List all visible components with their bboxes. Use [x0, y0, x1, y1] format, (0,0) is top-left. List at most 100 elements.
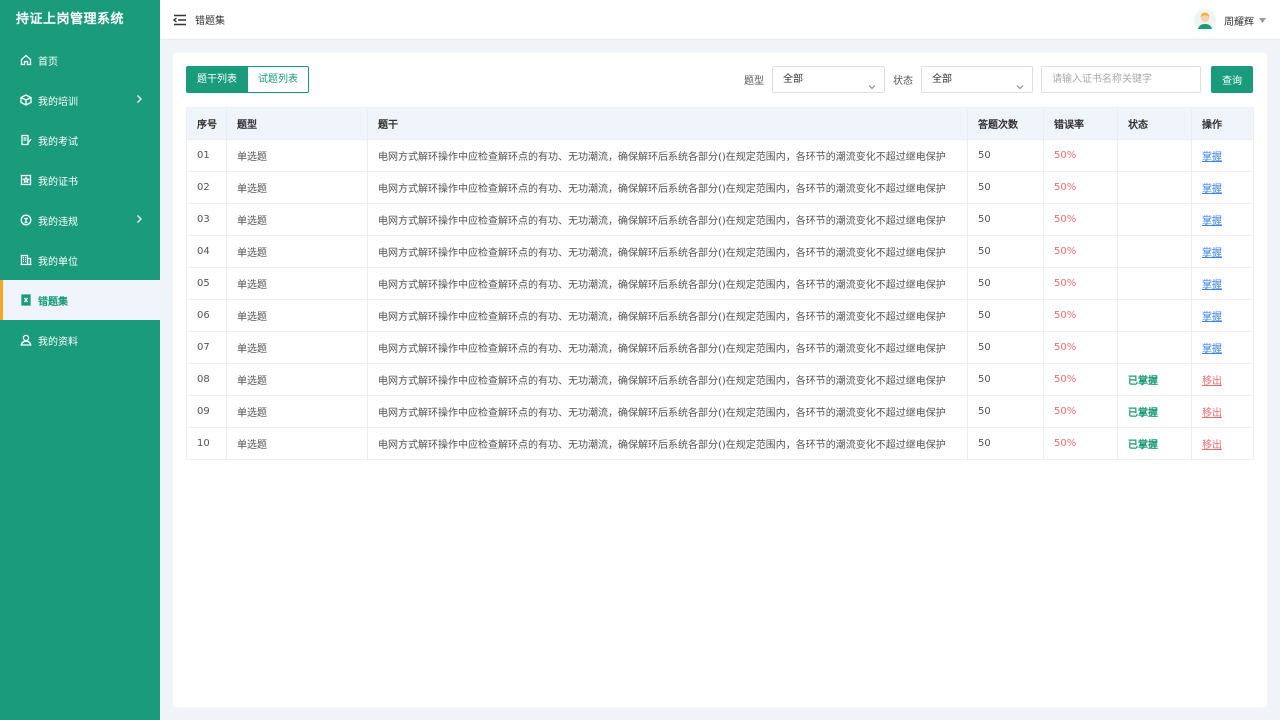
cell-status — [1117, 299, 1192, 332]
cell-action: 掌握 — [1191, 235, 1254, 268]
sidebar-item-5[interactable]: 我的单位 — [0, 240, 160, 280]
sidebar-item-label: 我的单位 — [38, 256, 78, 268]
table-row: 03 单选题 电网方式解环操作中应检查解环点的有功、无功潮流，确保解环后系统各部分(… — [186, 203, 1254, 236]
status-filter-label: 状态 — [893, 76, 913, 87]
sidebar-item-label: 我的资料 — [38, 336, 78, 348]
cell-count: 50 — [967, 395, 1044, 428]
cell-rate: 50% — [1043, 363, 1118, 396]
sidebar-item-4[interactable]: 我的违规 — [0, 200, 160, 240]
sidebar-item-7[interactable]: 我的资料 — [0, 320, 160, 360]
top-bar: 错题集 周耀辉 — [160, 0, 1280, 40]
list-tabs: 题干列表 试题列表 — [186, 66, 309, 93]
cell-status — [1117, 331, 1192, 364]
cell-count: 50 — [967, 267, 1044, 300]
cell-status — [1117, 171, 1192, 204]
type-select[interactable]: 全部 — [772, 66, 885, 93]
chevron-down-icon — [1016, 76, 1024, 90]
cell-action: 移出 — [1191, 363, 1254, 396]
column-header-rate: 错误率 — [1043, 107, 1118, 140]
menu-toggle-icon[interactable] — [173, 14, 187, 26]
cell-stem: 电网方式解环操作中应检查解环点的有功、无功潮流，确保解环后系统各部分()在规定范… — [367, 331, 968, 364]
cell-type: 单选题 — [226, 395, 368, 428]
type-select-value: 全部 — [783, 74, 803, 85]
table-row: 02 单选题 电网方式解环操作中应检查解环点的有功、无功潮流，确保解环后系统各部分(… — [186, 171, 1254, 204]
chevron-down-icon — [868, 76, 876, 90]
cell-type: 单选题 — [226, 171, 368, 204]
cell-index: 04 — [186, 235, 227, 268]
sidebar-item-label: 我的考试 — [38, 136, 78, 148]
sidebar-item-1[interactable]: 我的培训 — [0, 80, 160, 120]
status-select[interactable]: 全部 — [921, 66, 1033, 93]
cell-type: 单选题 — [226, 235, 368, 268]
cell-rate: 50% — [1043, 331, 1118, 364]
sidebar-item-3[interactable]: 我的证书 — [0, 160, 160, 200]
cell-type: 单选题 — [226, 331, 368, 364]
master-link[interactable]: 掌握 — [1202, 152, 1222, 163]
user-menu[interactable]: 周耀辉 — [1194, 9, 1266, 31]
cell-stem: 电网方式解环操作中应检查解环点的有功、无功潮流，确保解环后系统各部分()在规定范… — [367, 203, 968, 236]
user-icon — [20, 334, 32, 346]
cell-type: 单选题 — [226, 203, 368, 236]
table-row: 05 单选题 电网方式解环操作中应检查解环点的有功、无功潮流，确保解环后系统各部分(… — [186, 267, 1254, 300]
remove-link[interactable]: 移出 — [1202, 376, 1222, 387]
cell-type: 单选题 — [226, 139, 368, 172]
page-title: 错题集 — [195, 16, 225, 27]
cell-count: 50 — [967, 235, 1044, 268]
sidebar-nav: 首页我的培训我的考试我的证书 我的违规我的单位错题集我的资料 — [0, 40, 160, 360]
cell-index: 01 — [186, 139, 227, 172]
cell-type: 单选题 — [226, 363, 368, 396]
column-header-status: 状态 — [1117, 107, 1192, 140]
remove-link[interactable]: 移出 — [1202, 440, 1222, 451]
sidebar-item-6[interactable]: 错题集 — [0, 280, 160, 320]
query-button[interactable]: 查询 — [1211, 66, 1253, 93]
cell-status: 已掌握 — [1117, 427, 1192, 460]
cell-action: 掌握 — [1191, 171, 1254, 204]
cell-index: 06 — [186, 299, 227, 332]
column-header-type: 题型 — [226, 107, 368, 140]
table-row: 07 单选题 电网方式解环操作中应检查解环点的有功、无功潮流，确保解环后系统各部分(… — [186, 331, 1254, 364]
remove-link[interactable]: 移出 — [1202, 408, 1222, 419]
cell-stem: 电网方式解环操作中应检查解环点的有功、无功潮流，确保解环后系统各部分()在规定范… — [367, 299, 968, 332]
sidebar-item-0[interactable]: 首页 — [0, 40, 160, 80]
cube-icon — [20, 94, 32, 106]
column-header-stem: 题干 — [367, 107, 968, 140]
master-link[interactable]: 掌握 — [1202, 280, 1222, 291]
master-link[interactable]: 掌握 — [1202, 184, 1222, 195]
tab-question-list[interactable]: 试题列表 — [248, 66, 309, 93]
cell-status: 已掌握 — [1117, 363, 1192, 396]
tab-stem-list[interactable]: 题干列表 — [186, 66, 248, 93]
table-row: 04 单选题 电网方式解环操作中应检查解环点的有功、无功潮流，确保解环后系统各部分(… — [186, 235, 1254, 268]
chevron-right-icon — [134, 94, 144, 104]
column-header-action: 操作 — [1191, 107, 1254, 140]
user-name: 周耀辉 — [1224, 16, 1254, 28]
content-card: 题干列表 试题列表 题型 全部 状态 全部 查询 序号 题型 题干 — [173, 53, 1267, 707]
sidebar-item-2[interactable]: 我的考试 — [0, 120, 160, 160]
cell-rate: 50% — [1043, 139, 1118, 172]
cell-count: 50 — [967, 363, 1044, 396]
cell-index: 10 — [186, 427, 227, 460]
error-question-table: 序号 题型 题干 答题次数 错误率 状态 操作 01 单选题 电网方式解环操作中应检… — [186, 107, 1254, 460]
caret-down-icon — [1259, 17, 1266, 23]
master-link[interactable]: 掌握 — [1202, 312, 1222, 323]
cell-action: 掌握 — [1191, 267, 1254, 300]
cell-stem: 电网方式解环操作中应检查解环点的有功、无功潮流，确保解环后系统各部分()在规定范… — [367, 427, 968, 460]
cell-rate: 50% — [1043, 299, 1118, 332]
sidebar-item-label: 错题集 — [38, 296, 68, 308]
master-link[interactable]: 掌握 — [1202, 344, 1222, 355]
search-input[interactable] — [1041, 66, 1201, 93]
home-icon — [20, 54, 32, 66]
table-header-row: 序号 题型 题干 答题次数 错误率 状态 操作 — [186, 107, 1254, 140]
master-link[interactable]: 掌握 — [1202, 248, 1222, 259]
cell-index: 09 — [186, 395, 227, 428]
cell-index: 08 — [186, 363, 227, 396]
certificate-icon — [20, 174, 32, 186]
cell-stem: 电网方式解环操作中应检查解环点的有功、无功潮流，确保解环后系统各部分()在规定范… — [367, 139, 968, 172]
cell-rate: 50% — [1043, 395, 1118, 428]
cell-rate: 50% — [1043, 171, 1118, 204]
cell-count: 50 — [967, 139, 1044, 172]
cell-rate: 50% — [1043, 427, 1118, 460]
cell-type: 单选题 — [226, 267, 368, 300]
master-link[interactable]: 掌握 — [1202, 216, 1222, 227]
exam-icon — [20, 134, 32, 146]
sidebar-item-label: 首页 — [38, 56, 58, 68]
